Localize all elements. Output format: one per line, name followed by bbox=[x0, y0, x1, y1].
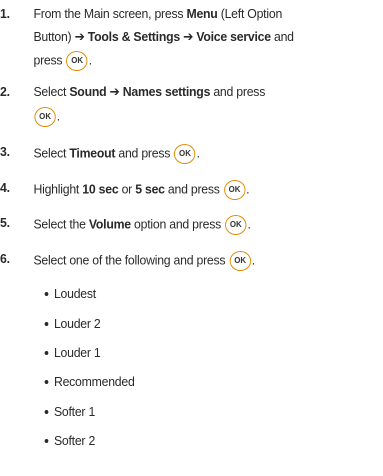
menu-term: Menu bbox=[186, 6, 218, 21]
ok-button-icon: OK bbox=[66, 51, 88, 71]
bullet-icon bbox=[44, 379, 49, 384]
five-sec-term: 5 sec bbox=[135, 181, 165, 197]
bullet-icon bbox=[44, 321, 49, 326]
step-number: 1. bbox=[0, 6, 10, 21]
step-1-line-2: Button) ➔ Tools & Settings ➔ Voice servi… bbox=[33, 29, 294, 44]
step-number: 4. bbox=[0, 180, 10, 195]
sound-term: Sound bbox=[69, 84, 107, 99]
bullet-icon bbox=[44, 438, 49, 443]
step-5-line: Select the Volume option and press OK. bbox=[33, 215, 251, 235]
ok-button-icon: OK bbox=[34, 107, 56, 127]
bullet-icon bbox=[44, 350, 49, 355]
step-number: 6. bbox=[0, 251, 10, 266]
voice-service-term: Voice service bbox=[196, 29, 271, 44]
list-item: Softer 1 bbox=[44, 404, 95, 420]
ok-button-icon: OK bbox=[223, 180, 246, 200]
step-number: 3. bbox=[0, 144, 10, 159]
step-2-line-1: Select Sound ➔ Names settings and press bbox=[33, 84, 266, 99]
list-item: Recommended bbox=[44, 374, 135, 390]
ten-sec-term: 10 sec bbox=[82, 181, 119, 197]
step-6-line: Select one of the following and press OK… bbox=[33, 251, 255, 271]
tools-settings-term: Tools & Settings bbox=[87, 29, 180, 44]
step-4-line: Highlight 10 sec or 5 sec and press OK. bbox=[33, 180, 250, 200]
list-item: Louder 2 bbox=[44, 316, 101, 332]
instruction-page: 1. From the Main screen, press Menu (Lef… bbox=[0, 0, 356, 476]
list-item: Loudest bbox=[44, 286, 96, 302]
list-item: Louder 1 bbox=[44, 345, 101, 361]
ok-button-icon: OK bbox=[174, 144, 196, 164]
step-number: 2. bbox=[0, 84, 10, 99]
step-1-line-1: From the Main screen, press Menu (Left O… bbox=[33, 6, 283, 21]
step-3-line: Select Timeout and press OK. bbox=[33, 144, 200, 164]
step-2-line-2: OK. bbox=[33, 107, 60, 127]
step-1-line-3: press OK. bbox=[33, 51, 92, 71]
bullet-icon bbox=[44, 291, 49, 296]
volume-term: Volume bbox=[88, 216, 131, 232]
timeout-term: Timeout bbox=[69, 145, 116, 161]
ok-button-icon: OK bbox=[225, 215, 247, 235]
ok-button-icon: OK bbox=[229, 251, 251, 271]
step-number: 5. bbox=[0, 215, 10, 230]
names-settings-term: Names settings bbox=[122, 84, 211, 99]
bullet-icon bbox=[44, 409, 49, 414]
list-item: Softer 2 bbox=[44, 433, 95, 449]
